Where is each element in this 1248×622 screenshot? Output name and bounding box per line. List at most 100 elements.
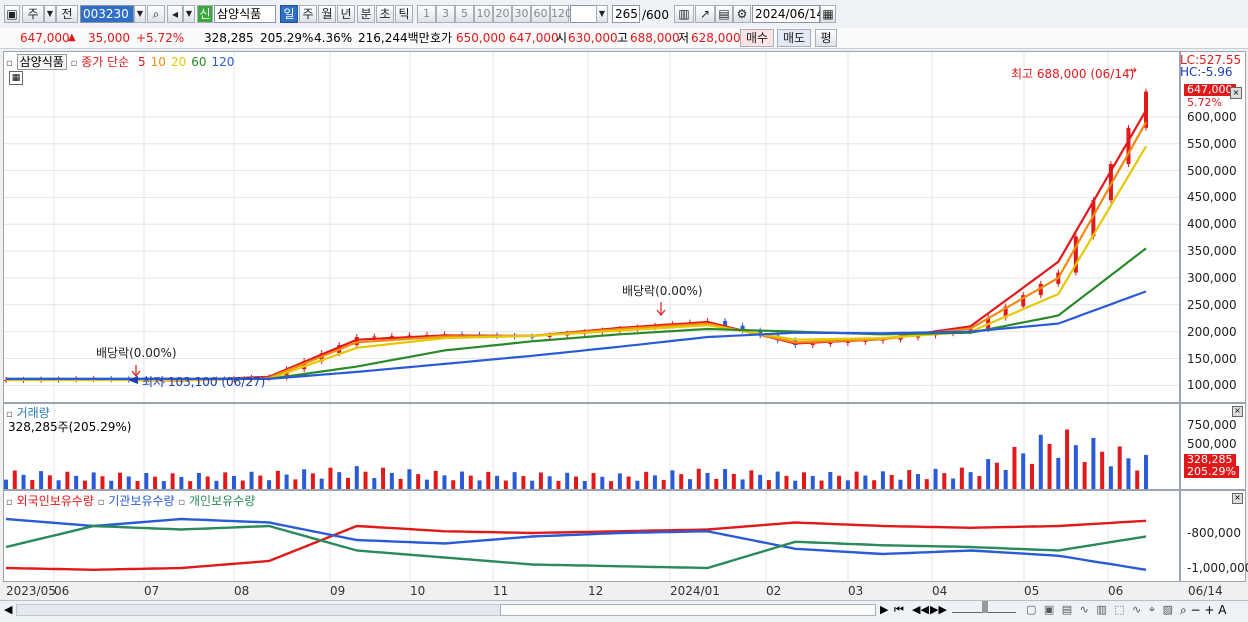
volume-bar bbox=[740, 479, 745, 489]
candle-body bbox=[1126, 127, 1131, 164]
panel-close-icon[interactable]: × bbox=[1230, 87, 1242, 99]
volume-bar bbox=[968, 472, 973, 489]
zoom-slider-handle[interactable] bbox=[982, 601, 988, 613]
volume-bar bbox=[696, 468, 701, 489]
volume-bar bbox=[635, 480, 640, 489]
legend-box-icon: ▫ bbox=[6, 497, 13, 508]
retail-legend: 개인보유수량 bbox=[189, 494, 256, 508]
volume-bar bbox=[986, 459, 991, 489]
volume-bar bbox=[1038, 434, 1043, 489]
volume-bar bbox=[144, 473, 149, 489]
volume-bar bbox=[810, 475, 815, 489]
volume-bar bbox=[495, 475, 500, 489]
scroll-right-icon[interactable]: ▶ bbox=[880, 603, 888, 616]
step-forward-icon[interactable]: ▶▶ bbox=[930, 603, 947, 616]
high-arrow-icon: → bbox=[1127, 63, 1138, 77]
volume-bar bbox=[1082, 462, 1087, 489]
volume-bar bbox=[109, 480, 114, 489]
legend-box-icon: ▫ bbox=[6, 58, 13, 69]
page-back-icon[interactable]: ⏮ bbox=[894, 603, 904, 617]
volume-bar bbox=[82, 480, 87, 489]
foreign-legend: 외국인보유수량 bbox=[16, 494, 94, 508]
volume-bar bbox=[819, 480, 824, 489]
volume-bar bbox=[196, 473, 201, 489]
low-annotation: 최저 103,100 (06/27) bbox=[142, 375, 266, 389]
grid-toggle-icon[interactable]: ▦ bbox=[9, 71, 23, 85]
chart-canvas[interactable] bbox=[0, 0, 1248, 600]
volume-bar bbox=[293, 479, 298, 489]
volume-bar bbox=[784, 475, 789, 489]
zoom-controls[interactable]: ⌕ − + A bbox=[1180, 603, 1226, 618]
x-tick-label: 07 bbox=[144, 584, 160, 598]
price-tick-label: 550,000 bbox=[1187, 136, 1237, 151]
drawing-tools[interactable]: ▢ ▣ ▤ ∿ ▥ ⬚ ∿ ⌖ ▨ bbox=[1026, 603, 1175, 617]
volume-bar bbox=[161, 481, 166, 489]
volume-bar bbox=[4, 479, 8, 489]
price-tick-label: 500,000 bbox=[1187, 163, 1237, 178]
dividend-arrow-icon bbox=[656, 302, 666, 316]
x-tick-label: 05 bbox=[1024, 584, 1040, 598]
volume-bar bbox=[723, 469, 728, 489]
volume-bar bbox=[319, 478, 324, 489]
volume-bar bbox=[1012, 446, 1017, 489]
volume-bar bbox=[530, 480, 535, 489]
x-tick-label: 04 bbox=[932, 584, 948, 598]
volume-bar bbox=[1030, 463, 1034, 489]
step-back-icon[interactable]: ◀◀ bbox=[912, 603, 929, 616]
stock-tag: 삼양식품 bbox=[16, 54, 67, 70]
volume-bar bbox=[433, 470, 438, 489]
scroll-left-icon[interactable]: ◀ bbox=[4, 603, 12, 616]
volume-bar bbox=[766, 480, 771, 489]
volume-bar bbox=[310, 473, 315, 489]
volume-bar bbox=[118, 472, 122, 489]
ma-legend-60: 60 bbox=[191, 55, 207, 69]
volume-bar bbox=[916, 474, 920, 489]
dividend-note-2: 배당락(0.00%) bbox=[622, 284, 703, 298]
volume-bar bbox=[442, 475, 447, 489]
volume-bar bbox=[661, 479, 666, 489]
legend-box-icon: ▫ bbox=[97, 497, 105, 508]
x-tick-label: 10 bbox=[410, 584, 426, 598]
volume-bar bbox=[775, 471, 780, 489]
x-tick-label: 11 bbox=[493, 584, 509, 598]
holding-close-icon[interactable]: × bbox=[1232, 493, 1243, 504]
volume-bar bbox=[802, 472, 806, 489]
volume-bar bbox=[617, 473, 622, 489]
volume-bar bbox=[863, 475, 868, 489]
volume-bar bbox=[100, 476, 105, 489]
volume-bar bbox=[1117, 446, 1122, 489]
volume-bar bbox=[582, 481, 587, 489]
volume-bar bbox=[538, 472, 543, 489]
volume-bar bbox=[451, 480, 456, 489]
volume-close-icon[interactable]: × bbox=[1232, 406, 1243, 417]
pct-tag: 5.72% bbox=[1187, 96, 1222, 109]
volume-bar bbox=[837, 475, 842, 489]
price-tick-label: 350,000 bbox=[1187, 244, 1237, 259]
volume-bar bbox=[1135, 470, 1140, 489]
volume-bar bbox=[460, 471, 464, 489]
volume-bar bbox=[21, 474, 26, 489]
volume-bar bbox=[854, 471, 859, 489]
volume-bar bbox=[153, 476, 158, 489]
volume-bar bbox=[232, 475, 236, 489]
volume-bar bbox=[556, 480, 561, 489]
x-tick-label: 2023/05 bbox=[6, 584, 56, 598]
volume-bar bbox=[574, 476, 578, 489]
volume-bar bbox=[512, 472, 517, 489]
scroll-thumb[interactable] bbox=[500, 604, 876, 616]
volume-bar bbox=[731, 473, 736, 489]
volume-bar bbox=[591, 473, 596, 489]
legend-box-icon: ▫ bbox=[70, 58, 78, 69]
volume-bar bbox=[652, 475, 657, 489]
volume-bar bbox=[1056, 457, 1061, 489]
volume-bar bbox=[275, 470, 280, 489]
volume-bar bbox=[12, 470, 17, 489]
volume-bar bbox=[959, 467, 964, 489]
x-tick-label: 09 bbox=[330, 584, 346, 598]
volume-bar bbox=[994, 462, 999, 489]
volume-bar bbox=[74, 475, 79, 489]
legend-box-icon: ▫ bbox=[178, 497, 186, 508]
candle-body bbox=[810, 344, 815, 346]
volume-bar bbox=[951, 478, 956, 489]
volume-bar bbox=[381, 467, 386, 489]
